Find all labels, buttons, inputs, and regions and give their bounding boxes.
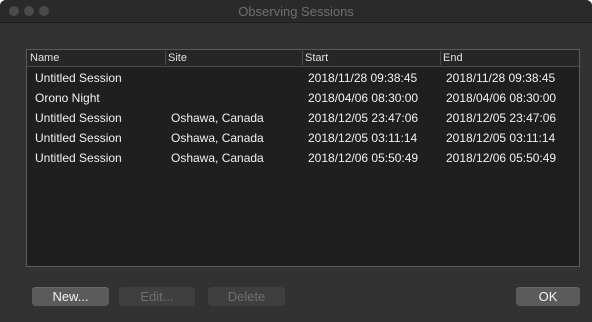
cell-end: 2018/12/06 05:50:49 (446, 151, 557, 165)
table-body: Untitled Session 2018/11/28 09:38:45 201… (27, 68, 579, 168)
cell-name: Untitled Session (35, 111, 122, 125)
table-header: Name Site Start End (27, 50, 579, 67)
table-row[interactable]: Untitled Session 2018/11/28 09:38:45 201… (27, 68, 579, 88)
table-row[interactable]: Orono Night 2018/04/06 08:30:00 2018/04/… (27, 88, 579, 108)
ok-button[interactable]: OK (516, 287, 580, 306)
cell-site: Oshawa, Canada (171, 131, 264, 145)
title-bar: Observing Sessions (0, 0, 592, 23)
delete-session-button[interactable]: Delete (208, 287, 285, 306)
cell-end: 2018/12/05 03:11:14 (446, 131, 556, 145)
cell-site: Oshawa, Canada (171, 111, 264, 125)
column-header-start[interactable]: Start (302, 51, 328, 65)
cell-start: 2018/12/06 05:50:49 (308, 151, 419, 165)
table-row[interactable]: Untitled Session Oshawa, Canada 2018/12/… (27, 108, 579, 128)
column-header-site[interactable]: Site (165, 51, 187, 65)
table-row[interactable]: Untitled Session Oshawa, Canada 2018/12/… (27, 128, 579, 148)
cell-name: Untitled Session (35, 131, 122, 145)
column-header-end[interactable]: End (440, 51, 463, 65)
cell-end: 2018/12/05 23:47:06 (446, 111, 557, 125)
cell-end: 2018/04/06 08:30:00 (446, 91, 557, 105)
new-session-button[interactable]: New... (32, 287, 109, 306)
cell-site: Oshawa, Canada (171, 151, 264, 165)
sessions-table[interactable]: Name Site Start End Untitled Session 201… (26, 49, 580, 267)
cell-name: Untitled Session (35, 71, 122, 85)
cell-start: 2018/04/06 08:30:00 (308, 91, 419, 105)
cell-name: Orono Night (35, 91, 100, 105)
table-row[interactable]: Untitled Session Oshawa, Canada 2018/12/… (27, 148, 579, 168)
column-header-name[interactable]: Name (30, 51, 59, 65)
cell-name: Untitled Session (35, 151, 122, 165)
cell-start: 2018/11/28 09:38:45 (308, 71, 418, 85)
cell-start: 2018/12/05 03:11:14 (308, 131, 418, 145)
cell-start: 2018/12/05 23:47:06 (308, 111, 419, 125)
cell-end: 2018/11/28 09:38:45 (446, 71, 556, 85)
window-title: Observing Sessions (238, 4, 354, 19)
observing-sessions-window: Observing Sessions Name Site Start End U… (0, 0, 592, 322)
edit-session-button[interactable]: Edit... (119, 287, 195, 306)
